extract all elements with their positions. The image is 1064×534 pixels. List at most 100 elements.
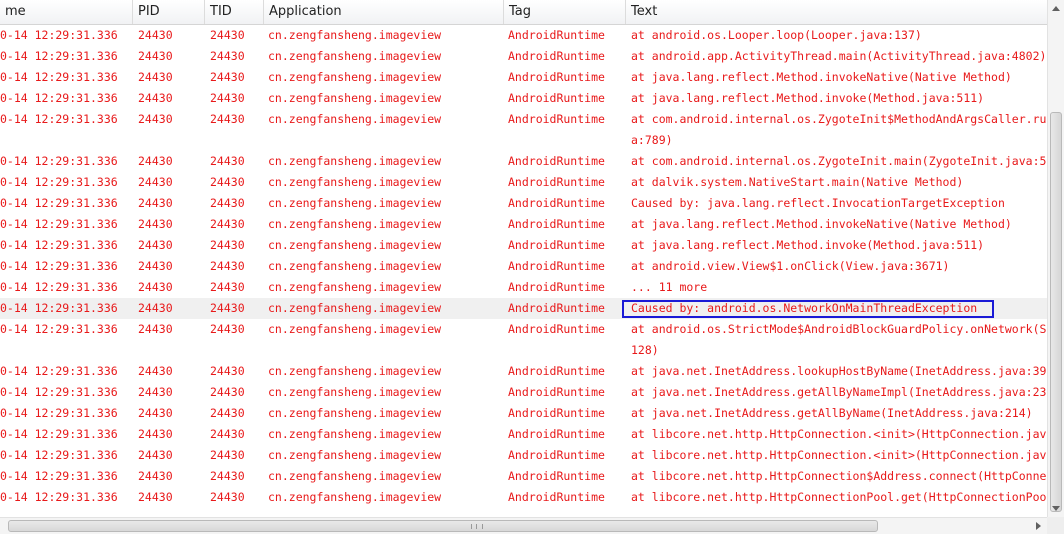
row-tag: AndroidRuntime [508,217,605,231]
row-application: cn.zengfansheng.imageview [268,385,442,399]
row-pid: 24430 [138,280,173,294]
row-pid: 24430 [138,112,173,126]
scroll-up-arrow-icon[interactable] [1052,6,1060,11]
table-row[interactable]: 0-14 12:29:31.336 24430 24430 cn.zengfanshe… [0,88,1047,109]
scrollbar-corner [1047,517,1064,534]
row-time: 0-14 12:29:31.336 [0,196,118,210]
scroll-down-arrow-icon[interactable] [1052,506,1060,511]
table-row[interactable]: 0-14 12:29:31.336 24430 24430 cn.zengfanshe… [0,445,1047,466]
row-tag: AndroidRuntime [508,322,605,336]
row-text-line: at java.lang.reflect.Method.invoke(Metho… [631,91,985,105]
column-header-application[interactable]: Application [264,0,504,24]
table-row[interactable]: 0-14 12:29:31.336 24430 24430 cn.zengfanshe… [0,235,1047,256]
column-header-time[interactable]: me [0,0,133,24]
table-row[interactable]: 0-14 12:29:31.336 24430 24430 cn.zengfanshe… [0,172,1047,193]
row-tid: 24430 [210,70,245,84]
row-pid: 24430 [138,490,173,504]
row-time: 0-14 12:29:31.336 [0,364,118,378]
table-row[interactable]: 0-14 12:29:31.336 24430 24430 cn.zengfanshe… [0,67,1047,88]
row-tid: 24430 [210,91,245,105]
row-application: cn.zengfansheng.imageview [268,70,442,84]
row-tid: 24430 [210,175,245,189]
row-text: at java.lang.reflect.Method.invokeNative… [631,214,1047,235]
row-tid: 24430 [210,469,245,483]
row-tid: 24430 [210,217,245,231]
row-time: 0-14 12:29:31.336 [0,91,118,105]
row-tag: AndroidRuntime [508,301,605,315]
row-pid: 24430 [138,154,173,168]
row-text-line: 128) [631,343,659,357]
row-time: 0-14 12:29:31.336 [0,322,118,336]
row-tag: AndroidRuntime [508,364,605,378]
row-application: cn.zengfansheng.imageview [268,154,442,168]
row-text-line: at libcore.net.http.HttpConnectionPool.g… [631,490,1047,504]
row-tid: 24430 [210,364,245,378]
row-pid: 24430 [138,238,173,252]
row-pid: 24430 [138,70,173,84]
horizontal-scrollbar[interactable] [0,517,1047,534]
row-time: 0-14 12:29:31.336 [0,238,118,252]
table-row[interactable]: 0-14 12:29:31.336 24430 24430 cn.zengfanshe… [0,151,1047,172]
row-pid: 24430 [138,91,173,105]
table-row[interactable]: 0-14 12:29:31.336 24430 24430 cn.zengfanshe… [0,25,1047,46]
row-tag: AndroidRuntime [508,490,605,504]
column-header-tag[interactable]: Tag [504,0,626,24]
row-text: at libcore.net.http.HttpConnection$Addre… [631,466,1047,487]
row-time: 0-14 12:29:31.336 [0,301,118,315]
table-row[interactable]: 0-14 12:29:31.336 24430 24430 cn.zengfanshe… [0,109,1047,151]
row-tag: AndroidRuntime [508,175,605,189]
row-pid: 24430 [138,364,173,378]
row-application: cn.zengfansheng.imageview [268,217,442,231]
row-pid: 24430 [138,175,173,189]
table-row[interactable]: 0-14 12:29:31.336 24430 24430 cn.zengfanshe… [0,277,1047,298]
row-time: 0-14 12:29:31.336 [0,28,118,42]
row-pid: 24430 [138,385,173,399]
row-text-line: at java.lang.reflect.Method.invoke(Metho… [631,238,985,252]
vertical-scrollbar[interactable] [1047,0,1064,517]
row-application: cn.zengfansheng.imageview [268,112,442,126]
row-text-line: a:789) [631,133,673,147]
row-time: 0-14 12:29:31.336 [0,385,118,399]
table-row[interactable]: 0-14 12:29:31.336 24430 24430 cn.zengfanshe… [0,382,1047,403]
row-text: Caused by: java.lang.reflect.InvocationT… [631,193,1047,214]
row-text-line: at android.os.Looper.loop(Looper.java:13… [631,28,922,42]
table-row[interactable]: 0-14 12:29:31.336 24430 24430 cn.zengfanshe… [0,361,1047,382]
table-row[interactable]: 0-14 12:29:31.336 24430 24430 cn.zengfanshe… [0,214,1047,235]
row-tag: AndroidRuntime [508,448,605,462]
row-time: 0-14 12:29:31.336 [0,259,118,273]
column-header-text[interactable]: Text [626,0,1047,24]
table-row[interactable]: 0-14 12:29:31.336 24430 24430 cn.zengfanshe… [0,424,1047,445]
row-text: at java.lang.reflect.Method.invoke(Metho… [631,235,1047,256]
row-time: 0-14 12:29:31.336 [0,427,118,441]
horizontal-scroll-thumb[interactable] [8,520,878,532]
row-tid: 24430 [210,259,245,273]
row-tid: 24430 [210,301,245,315]
table-row[interactable]: 0-14 12:29:31.336 24430 24430 cn.zengfanshe… [0,46,1047,67]
table-row[interactable]: 0-14 12:29:31.336 24430 24430 cn.zengfanshe… [0,403,1047,424]
row-text-line: Caused by: java.lang.reflect.InvocationT… [631,196,1005,210]
table-row[interactable]: 0-14 12:29:31.336 24430 24430 cn.zengfanshe… [0,298,1047,319]
vertical-scroll-thumb[interactable] [1050,112,1062,512]
scroll-right-arrow-icon[interactable] [1036,522,1041,530]
table-row[interactable]: 0-14 12:29:31.336 24430 24430 cn.zengfanshe… [0,193,1047,214]
grip-icon [471,524,483,529]
row-pid: 24430 [138,28,173,42]
table-row[interactable]: 0-14 12:29:31.336 24430 24430 cn.zengfanshe… [0,319,1047,361]
row-tag: AndroidRuntime [508,28,605,42]
table-row[interactable]: 0-14 12:29:31.336 24430 24430 cn.zengfanshe… [0,466,1047,487]
row-text-line: at android.app.ActivityThread.main(Activ… [631,49,1047,63]
row-tid: 24430 [210,112,245,126]
log-rows: 0-14 12:29:31.336 24430 24430 cn.zengfanshe… [0,25,1047,508]
row-tag: AndroidRuntime [508,154,605,168]
row-application: cn.zengfansheng.imageview [268,301,442,315]
row-pid: 24430 [138,406,173,420]
row-text: at libcore.net.http.HttpConnectionPool.g… [631,487,1047,508]
row-text: at libcore.net.http.HttpConnection.<init… [631,424,1047,445]
column-header-pid[interactable]: PID [133,0,205,24]
column-header-tid[interactable]: TID [205,0,264,24]
table-row[interactable]: 0-14 12:29:31.336 24430 24430 cn.zengfanshe… [0,487,1047,508]
row-pid: 24430 [138,196,173,210]
row-tag: AndroidRuntime [508,91,605,105]
table-row[interactable]: 0-14 12:29:31.336 24430 24430 cn.zengfanshe… [0,256,1047,277]
row-tag: AndroidRuntime [508,49,605,63]
